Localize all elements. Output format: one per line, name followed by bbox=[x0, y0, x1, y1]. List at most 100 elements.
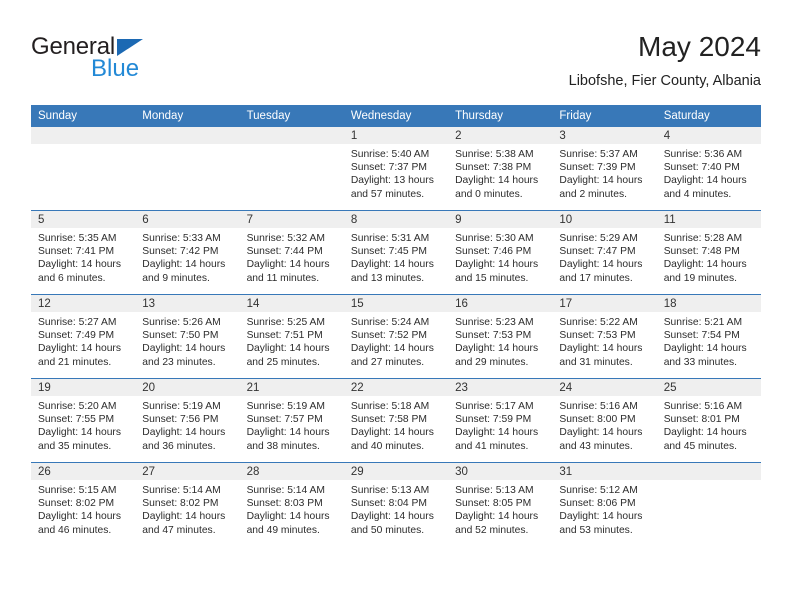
daylight-text: Daylight: 14 hours and 6 minutes. bbox=[38, 259, 121, 284]
sunrise-text: Sunrise: 5:33 AM bbox=[142, 233, 221, 244]
calendar-day-cell[interactable]: 12 Sunrise: 5:27 AM Sunset: 7:49 PM Dayligh… bbox=[31, 294, 136, 379]
day-number: 3 bbox=[552, 127, 657, 144]
calendar-day-cell[interactable]: 31 Sunrise: 5:12 AM Sunset: 8:06 PM Dayligh… bbox=[552, 462, 657, 546]
day-details: Sunrise: 5:19 AM Sunset: 7:57 PM Daylight:… bbox=[240, 396, 344, 462]
calendar-day-cell[interactable]: 27 Sunrise: 5:14 AM Sunset: 8:02 PM Dayligh… bbox=[135, 462, 240, 546]
calendar-day-cell[interactable]: 14 Sunrise: 5:25 AM Sunset: 7:51 PM Dayligh… bbox=[239, 294, 344, 379]
sunrise-text: Sunrise: 5:15 AM bbox=[38, 485, 117, 496]
day-number: 29 bbox=[343, 463, 449, 480]
daylight-text: Daylight: 14 hours and 15 minutes. bbox=[455, 259, 539, 284]
sunrise-text: Sunrise: 5:23 AM bbox=[455, 317, 534, 328]
sunset-text: Sunset: 7:39 PM bbox=[559, 162, 636, 174]
calendar-day-cell[interactable]: 29 Sunrise: 5:13 AM Sunset: 8:04 PM Dayligh… bbox=[343, 462, 449, 546]
sunrise-text: Sunrise: 5:13 AM bbox=[350, 485, 430, 496]
sunset-text: Sunset: 7:52 PM bbox=[350, 330, 427, 342]
day-details: Sunrise: 5:16 AM Sunset: 8:00 PM Daylight:… bbox=[552, 396, 656, 462]
day-details: Sunrise: 5:14 AM Sunset: 8:02 PM Daylight:… bbox=[135, 480, 239, 546]
day-number: 22 bbox=[343, 379, 449, 396]
day-number: 21 bbox=[239, 379, 344, 396]
day-details: Sunrise: 5:24 AM Sunset: 7:52 PM Daylight:… bbox=[344, 312, 448, 378]
calendar-day-cell[interactable]: 26 Sunrise: 5:15 AM Sunset: 8:02 PM Dayligh… bbox=[31, 462, 136, 546]
sunrise-text: Sunrise: 5:28 AM bbox=[663, 233, 743, 244]
calendar-day-cell[interactable]: 22 Sunrise: 5:18 AM Sunset: 7:58 PM Dayligh… bbox=[343, 378, 449, 463]
calendar-day-cell[interactable]: 10 Sunrise: 5:29 AM Sunset: 7:47 PM Dayligh… bbox=[552, 210, 657, 295]
sunrise-text: Sunrise: 5:14 AM bbox=[246, 485, 325, 496]
sunset-text: Sunset: 7:41 PM bbox=[38, 246, 115, 258]
calendar-day-cell[interactable]: 18 Sunrise: 5:21 AM Sunset: 7:54 PM Dayligh… bbox=[656, 294, 761, 379]
calendar-day-cell[interactable]: 15 Sunrise: 5:24 AM Sunset: 7:52 PM Dayligh… bbox=[343, 294, 449, 379]
sunset-text: Sunset: 7:42 PM bbox=[142, 246, 219, 258]
calendar-day-cell[interactable]: 17 Sunrise: 5:22 AM Sunset: 7:53 PM Dayligh… bbox=[552, 294, 657, 379]
day-number: 24 bbox=[552, 379, 657, 396]
day-details: Sunrise: 5:20 AM Sunset: 7:55 PM Daylight:… bbox=[31, 396, 135, 462]
sunset-text: Sunset: 7:46 PM bbox=[455, 246, 532, 258]
sunset-text: Sunset: 7:51 PM bbox=[246, 330, 323, 342]
calendar-day-cell[interactable]: 8 Sunrise: 5:31 AM Sunset: 7:45 PM Daylight… bbox=[343, 210, 449, 295]
logo-text-blue: Blue bbox=[91, 55, 140, 82]
day-details bbox=[31, 144, 135, 210]
day-number: 17 bbox=[552, 295, 657, 312]
weekday-header-saturday: Saturday bbox=[656, 105, 761, 127]
day-details bbox=[135, 144, 239, 210]
calendar-day-cell[interactable]: 1 Sunrise: 5:40 AM Sunset: 7:37 PM Daylight… bbox=[343, 127, 449, 211]
sunrise-text: Sunrise: 5:29 AM bbox=[559, 233, 638, 244]
sunrise-text: Sunrise: 5:12 AM bbox=[559, 485, 638, 496]
calendar-day-cell[interactable]: 24 Sunrise: 5:16 AM Sunset: 8:00 PM Dayligh… bbox=[552, 378, 657, 463]
calendar-day-cell[interactable]: 23 Sunrise: 5:17 AM Sunset: 7:59 PM Dayligh… bbox=[448, 378, 553, 463]
daylight-text: Daylight: 14 hours and 45 minutes. bbox=[663, 427, 747, 452]
day-details: Sunrise: 5:26 AM Sunset: 7:50 PM Daylight:… bbox=[135, 312, 239, 378]
calendar-day-cell[interactable]: 6 Sunrise: 5:33 AM Sunset: 7:42 PM Daylight… bbox=[135, 210, 240, 295]
calendar-day-cell[interactable]: 25 Sunrise: 5:16 AM Sunset: 8:01 PM Dayligh… bbox=[656, 378, 761, 463]
calendar-day-cell[interactable]: 20 Sunrise: 5:19 AM Sunset: 7:56 PM Dayligh… bbox=[135, 378, 240, 463]
day-details: Sunrise: 5:40 AM Sunset: 7:37 PM Daylight:… bbox=[344, 144, 448, 210]
sunset-text: Sunset: 7:53 PM bbox=[559, 330, 636, 342]
calendar-day-cell[interactable]: 16 Sunrise: 5:23 AM Sunset: 7:53 PM Dayligh… bbox=[448, 294, 553, 379]
calendar-week-row: 12 Sunrise: 5:27 AM Sunset: 7:49 PM Dayligh… bbox=[31, 294, 761, 379]
daylight-text: Daylight: 14 hours and 46 minutes. bbox=[38, 511, 121, 536]
calendar-day-cell[interactable]: 2 Sunrise: 5:38 AM Sunset: 7:38 PM Daylight… bbox=[448, 127, 553, 211]
calendar-day-cell[interactable]: 13 Sunrise: 5:26 AM Sunset: 7:50 PM Dayligh… bbox=[135, 294, 240, 379]
sunset-text: Sunset: 7:50 PM bbox=[142, 330, 219, 342]
sunrise-text: Sunrise: 5:20 AM bbox=[38, 401, 117, 412]
calendar-day-cell[interactable]: 5 Sunrise: 5:35 AM Sunset: 7:41 PM Daylight… bbox=[31, 210, 136, 295]
sunset-text: Sunset: 8:01 PM bbox=[663, 414, 740, 426]
sunrise-text: Sunrise: 5:24 AM bbox=[350, 317, 430, 328]
day-number: 11 bbox=[656, 211, 761, 228]
day-details: Sunrise: 5:33 AM Sunset: 7:42 PM Daylight:… bbox=[135, 228, 239, 294]
general-blue-logo[interactable]: General Blue bbox=[31, 34, 251, 90]
sunset-text: Sunset: 8:05 PM bbox=[455, 498, 532, 510]
daylight-text: Daylight: 14 hours and 36 minutes. bbox=[142, 427, 226, 452]
day-number: 31 bbox=[552, 463, 657, 480]
day-number: 6 bbox=[135, 211, 240, 228]
calendar-day-cell[interactable]: 9 Sunrise: 5:30 AM Sunset: 7:46 PM Daylight… bbox=[448, 210, 553, 295]
calendar-day-cell[interactable]: 7 Sunrise: 5:32 AM Sunset: 7:44 PM Daylight… bbox=[239, 210, 344, 295]
sunset-text: Sunset: 7:59 PM bbox=[455, 414, 532, 426]
calendar-day-cell[interactable]: 11 Sunrise: 5:28 AM Sunset: 7:48 PM Dayligh… bbox=[656, 210, 761, 295]
calendar-day-cell[interactable]: 30 Sunrise: 5:13 AM Sunset: 8:05 PM Dayligh… bbox=[448, 462, 553, 546]
calendar-header-row: Sunday Monday Tuesday Wednesday Thursday… bbox=[31, 105, 761, 127]
day-details: Sunrise: 5:36 AM Sunset: 7:40 PM Daylight:… bbox=[657, 144, 761, 210]
day-details: Sunrise: 5:13 AM Sunset: 8:04 PM Daylight:… bbox=[344, 480, 448, 546]
day-number: 8 bbox=[343, 211, 449, 228]
weekday-header-monday: Monday bbox=[135, 105, 240, 127]
daylight-text: Daylight: 14 hours and 13 minutes. bbox=[350, 259, 434, 284]
day-number: 1 bbox=[343, 127, 449, 144]
day-details: Sunrise: 5:22 AM Sunset: 7:53 PM Daylight:… bbox=[552, 312, 656, 378]
sunset-text: Sunset: 7:48 PM bbox=[663, 246, 740, 258]
calendar-day-cell[interactable]: 19 Sunrise: 5:20 AM Sunset: 7:55 PM Dayligh… bbox=[31, 378, 136, 463]
day-number bbox=[656, 463, 761, 480]
daylight-text: Daylight: 14 hours and 17 minutes. bbox=[559, 259, 643, 284]
day-details: Sunrise: 5:18 AM Sunset: 7:58 PM Daylight:… bbox=[344, 396, 448, 462]
calendar-day-cell[interactable]: 28 Sunrise: 5:14 AM Sunset: 8:03 PM Dayligh… bbox=[239, 462, 344, 546]
sunrise-text: Sunrise: 5:16 AM bbox=[559, 401, 638, 412]
day-number: 30 bbox=[448, 463, 553, 480]
calendar-day-cell[interactable]: 21 Sunrise: 5:19 AM Sunset: 7:57 PM Dayligh… bbox=[239, 378, 344, 463]
calendar-day-cell[interactable]: 4 Sunrise: 5:36 AM Sunset: 7:40 PM Daylight… bbox=[656, 127, 761, 211]
sunrise-text: Sunrise: 5:17 AM bbox=[455, 401, 534, 412]
calendar-day-cell[interactable]: 3 Sunrise: 5:37 AM Sunset: 7:39 PM Daylight… bbox=[552, 127, 657, 211]
daylight-text: Daylight: 14 hours and 2 minutes. bbox=[559, 175, 643, 200]
sunrise-text: Sunrise: 5:27 AM bbox=[38, 317, 117, 328]
day-details: Sunrise: 5:17 AM Sunset: 7:59 PM Daylight:… bbox=[448, 396, 552, 462]
sunrise-text: Sunrise: 5:16 AM bbox=[663, 401, 743, 412]
sunrise-text: Sunrise: 5:13 AM bbox=[455, 485, 534, 496]
